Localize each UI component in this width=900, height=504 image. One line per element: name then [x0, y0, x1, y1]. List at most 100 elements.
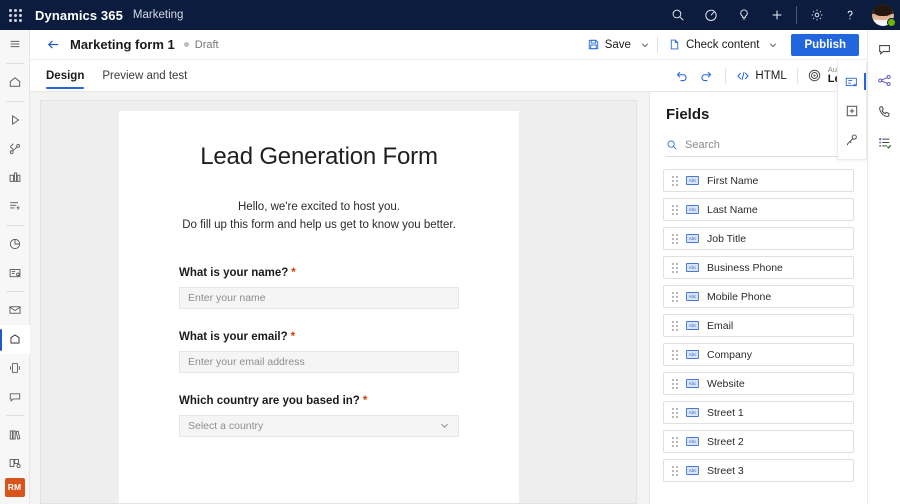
form-field-label-text: What is your name?: [179, 267, 288, 279]
segments-icon[interactable]: [0, 163, 30, 192]
form-subtitle: Hello, we're excited to host you. Do fil…: [119, 199, 519, 235]
styles-icon[interactable]: [837, 125, 867, 154]
list-item[interactable]: Abc Street 3: [663, 459, 854, 482]
list-item[interactable]: Abc Company: [663, 343, 854, 366]
list-item-label: Street 2: [707, 436, 744, 448]
email-input[interactable]: Enter your email address: [179, 351, 459, 373]
list-item[interactable]: Abc Mobile Phone: [663, 285, 854, 308]
list-item[interactable]: Abc Street 1: [663, 401, 854, 424]
list-item[interactable]: Abc Email: [663, 314, 854, 337]
help-icon[interactable]: [833, 0, 866, 30]
html-button[interactable]: HTML: [733, 69, 789, 83]
list-item[interactable]: Abc Business Phone: [663, 256, 854, 279]
drag-handle-icon[interactable]: [672, 234, 678, 244]
chat-icon[interactable]: [0, 382, 30, 411]
hamburger-menu-icon[interactable]: [0, 30, 30, 59]
analytics-icon[interactable]: [0, 230, 30, 259]
save-label: Save: [605, 39, 631, 51]
journey-icon[interactable]: [0, 134, 30, 163]
comments-icon[interactable]: [868, 34, 900, 65]
fields-panel-icon[interactable]: [837, 67, 867, 96]
drag-handle-icon[interactable]: [672, 350, 678, 360]
drag-handle-icon[interactable]: [672, 205, 678, 215]
check-content-button[interactable]: Check content: [662, 33, 766, 57]
redo-icon[interactable]: [694, 64, 718, 88]
add-element-icon[interactable]: [837, 96, 867, 125]
timer-icon[interactable]: [694, 0, 727, 30]
abc-icon: Abc: [686, 379, 699, 388]
drag-handle-icon[interactable]: [672, 408, 678, 418]
mobile-icon[interactable]: [0, 354, 30, 383]
gear-icon[interactable]: [800, 0, 833, 30]
save-dropdown-chevron-down-icon[interactable]: [637, 33, 653, 57]
search-icon[interactable]: [661, 0, 694, 30]
plus-icon[interactable]: [760, 0, 793, 30]
lightbulb-icon[interactable]: [727, 0, 760, 30]
subscription-center-icon[interactable]: [0, 258, 30, 287]
text-field-icon: Abc: [686, 408, 699, 417]
drag-handle-icon[interactable]: [672, 292, 678, 302]
form-field-label: What is your email?*: [179, 331, 459, 343]
share-icon[interactable]: [868, 65, 900, 96]
check-content-label: Check content: [686, 39, 760, 51]
save-button[interactable]: Save: [581, 33, 637, 57]
home-icon[interactable]: [0, 68, 30, 97]
abc-icon: Abc: [686, 176, 699, 185]
country-select-placeholder: Select a country: [188, 420, 263, 432]
svg-text:Abc: Abc: [689, 236, 697, 241]
templates-icon[interactable]: [0, 449, 30, 478]
drag-handle-icon[interactable]: [672, 176, 678, 186]
fields-panel-title: Fields: [666, 106, 709, 123]
rail-divider: [6, 101, 24, 102]
publish-button[interactable]: Publish: [791, 34, 859, 56]
search-input[interactable]: [685, 139, 851, 151]
drag-handle-icon[interactable]: [672, 263, 678, 273]
drag-handle-icon[interactable]: [672, 379, 678, 389]
form-canvas[interactable]: Lead Generation Form Hello, we're excite…: [40, 100, 637, 504]
form-preview-card[interactable]: Lead Generation Form Hello, we're excite…: [119, 111, 519, 503]
target-icon: [807, 68, 822, 83]
list-item-label: Street 1: [707, 407, 744, 419]
tab-preview-and-test[interactable]: Preview and test: [102, 60, 187, 92]
sidebar-item-marketing-forms[interactable]: [0, 325, 30, 354]
drag-handle-icon[interactable]: [672, 466, 678, 476]
back-button[interactable]: [42, 34, 64, 56]
email-icon[interactable]: [0, 296, 30, 325]
text-field-icon: Abc: [686, 176, 699, 185]
list-item-label: Business Phone: [707, 262, 783, 274]
form-field-email[interactable]: What is your email?* Enter your email ad…: [179, 331, 459, 373]
suite-bar-actions: [661, 0, 900, 30]
drag-handle-icon[interactable]: [672, 321, 678, 331]
undo-icon[interactable]: [670, 64, 694, 88]
app-launcher-button[interactable]: [0, 0, 30, 30]
drag-handle-icon[interactable]: [672, 437, 678, 447]
list-item[interactable]: Abc First Name: [663, 169, 854, 192]
lead-scoring-icon[interactable]: [0, 192, 30, 221]
country-select[interactable]: Select a country: [179, 415, 459, 437]
fields-search[interactable]: [666, 133, 851, 157]
checklist-icon[interactable]: [868, 127, 900, 158]
play-icon[interactable]: [0, 105, 30, 134]
text-field-icon: Abc: [686, 379, 699, 388]
abc-icon: Abc: [686, 321, 699, 330]
check-content-chevron-down-icon[interactable]: [765, 33, 781, 57]
form-field-country[interactable]: Which country are you based in?* Select …: [179, 395, 459, 437]
list-item[interactable]: Abc Last Name: [663, 198, 854, 221]
list-item[interactable]: Abc Job Title: [663, 227, 854, 250]
user-initials-badge[interactable]: RM: [5, 478, 25, 497]
list-item[interactable]: Abc Street 2: [663, 430, 854, 453]
phone-icon[interactable]: [868, 96, 900, 127]
abc-icon: Abc: [686, 263, 699, 272]
list-item[interactable]: Abc Website: [663, 372, 854, 395]
avatar[interactable]: [866, 0, 900, 30]
required-asterisk: *: [291, 331, 295, 343]
name-input[interactable]: Enter your name: [179, 287, 459, 309]
presence-badge: [887, 18, 896, 27]
list-item-label: Email: [707, 320, 733, 332]
suite-bar: Dynamics 365 Marketing: [0, 0, 900, 30]
form-field-name[interactable]: What is your name?* Enter your name: [179, 267, 459, 309]
list-item-label: Job Title: [707, 233, 746, 245]
tab-design[interactable]: Design: [46, 60, 84, 92]
list-item-label: Website: [707, 378, 745, 390]
library-icon[interactable]: [0, 420, 30, 449]
